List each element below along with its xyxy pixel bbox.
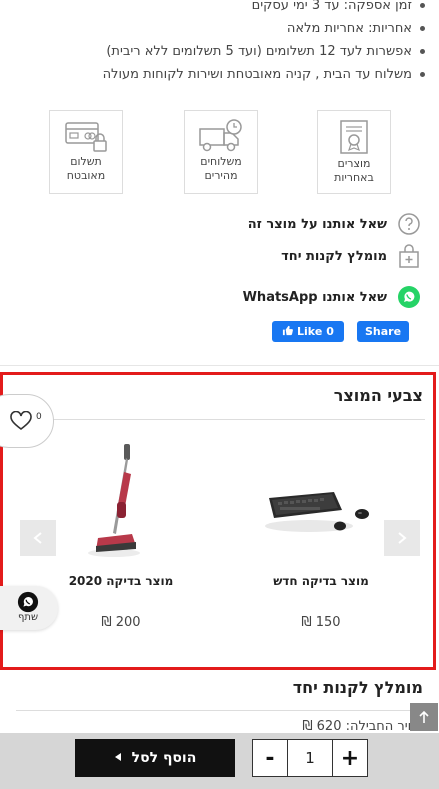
section-title-product-colors: צבעי המוצר (333, 386, 423, 405)
carousel-prev-button[interactable] (20, 520, 56, 556)
feature-label: מוצרים באחריות (334, 157, 374, 184)
title-divider (16, 419, 425, 420)
vacuum-cleaner-image (88, 444, 140, 557)
quantity-plus-button[interactable]: + (333, 740, 367, 776)
product-price: 200 ₪ (101, 615, 141, 630)
product-image[interactable] (36, 436, 206, 564)
shopping-bag-plus-icon (397, 244, 421, 268)
feature-fast-shipping: משלוחים מהירים (184, 110, 258, 194)
quantity-stepper: - 1 + (252, 739, 368, 777)
bundle-price: מחיר החבילה: 620 ₪ (302, 719, 425, 734)
product-name[interactable]: מוצר בדיקה חדש (236, 574, 406, 588)
chevron-left-icon (33, 532, 42, 544)
info-shipping: משלוח עד הבית , קניה מאובטחת ושירות לקוח… (6, 63, 425, 86)
bullet-dot (420, 72, 425, 77)
ask-about-product-link[interactable]: שאל אותנו על מוצר זה (248, 212, 421, 236)
product-name[interactable]: מוצר בדיקה 2020 (36, 574, 206, 588)
bullet-dot (420, 3, 425, 8)
wishlist-count: 0 (36, 412, 42, 422)
caret-left-icon (114, 750, 122, 766)
section-divider (0, 365, 439, 366)
add-to-cart-button[interactable]: הוסף לסל (75, 739, 235, 777)
info-warranty: אחריות: אחריות מלאה (6, 17, 425, 40)
thumbs-up-icon (282, 325, 293, 339)
product-image[interactable] (236, 436, 406, 564)
keyboard-mouse-image (265, 492, 369, 532)
heart-icon (10, 411, 32, 431)
bullet-dot (420, 49, 425, 54)
product-card[interactable]: מוצר בדיקה חדש 150 ₪ (236, 436, 406, 630)
product-price: 150 ₪ (301, 615, 341, 630)
credit-card-lock-icon (65, 122, 107, 152)
feature-label: משלוחים מהירים (200, 155, 242, 182)
info-delivery: זמן אספקה: עד 3 ימי עסקים (6, 0, 425, 17)
feature-warranty: מוצרים באחריות (317, 110, 391, 194)
product-card[interactable]: מוצר בדיקה 2020 200 ₪ (36, 436, 206, 630)
scroll-to-top-button[interactable] (410, 703, 438, 731)
feature-label: תשלום מאובטח (66, 155, 106, 182)
recommended-together-link[interactable]: מומלץ לקנות יחד (281, 244, 421, 268)
arrow-up-icon (419, 710, 429, 723)
quantity-minus-button[interactable]: - (253, 740, 287, 776)
whatsapp-ask-link[interactable]: שאל אותנו WhatsApp (243, 285, 421, 309)
facebook-share-button[interactable]: Share (357, 321, 409, 342)
whatsapp-share-button[interactable]: שתף (0, 586, 58, 630)
certificate-icon (340, 120, 368, 154)
carousel-next-button[interactable] (384, 520, 420, 556)
delivery-truck-icon (199, 119, 242, 152)
question-bubble-icon (397, 212, 421, 236)
whatsapp-icon (17, 591, 39, 613)
product-info-list: זמן אספקה: עד 3 ימי עסקים אחריות: אחריות… (6, 0, 425, 86)
bullet-dot (420, 26, 425, 31)
section-title-recommended: מומלץ לקנות יחד (292, 678, 423, 697)
feature-secure-payment: תשלום מאובטח (49, 110, 123, 194)
quantity-input[interactable]: 1 (287, 740, 333, 776)
facebook-like-button[interactable]: Like 0 (272, 321, 344, 342)
title-divider (16, 710, 425, 711)
whatsapp-icon (397, 285, 421, 309)
chevron-right-icon (398, 532, 407, 544)
info-payments: אפשרות לעד 12 תשלומים (ועד 5 תשלומים ללא… (6, 40, 425, 63)
share-label: שתף (18, 612, 39, 623)
